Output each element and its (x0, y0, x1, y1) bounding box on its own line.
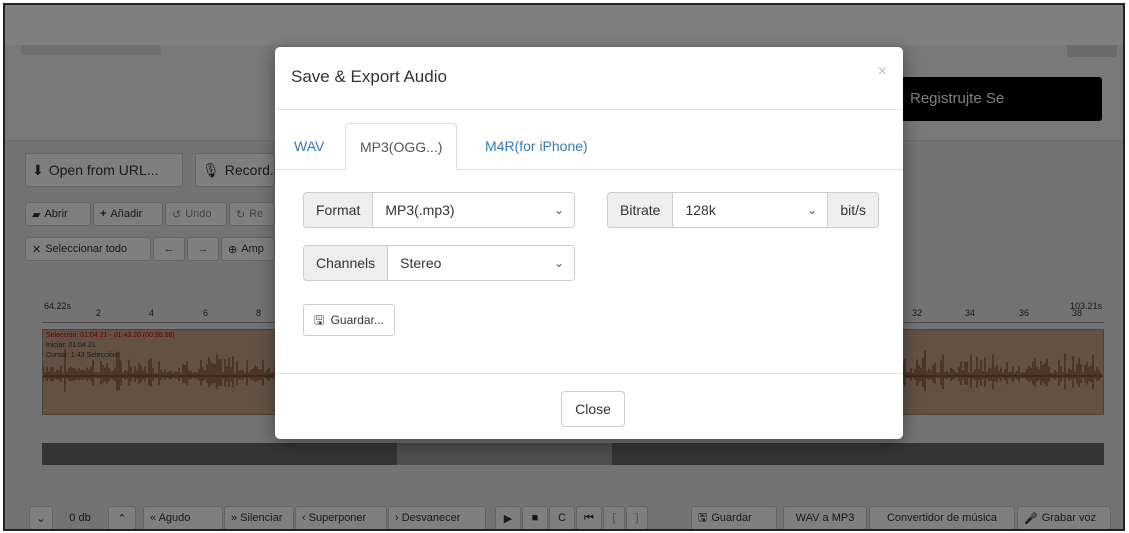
tab-wav[interactable]: WAV (280, 123, 338, 169)
close-button[interactable]: Close (561, 391, 625, 427)
channels-select-group: Channels Stereo ⌄ (303, 245, 575, 281)
bitrate-value: 128k (685, 202, 716, 218)
tab-mp3[interactable]: MP3(OGG...) (345, 123, 458, 170)
format-value: MP3(.mp3) (385, 202, 455, 218)
bitrate-select[interactable]: 128k ⌄ (673, 193, 828, 227)
chevron-down-icon: ⌄ (553, 203, 564, 217)
bitrate-label: Bitrate (608, 193, 674, 227)
format-label: Format (304, 193, 374, 227)
format-tabs: WAV MP3(OGG...) M4R(for iPhone) (275, 123, 903, 170)
save-icon: 🖫 (314, 313, 325, 327)
divider (275, 109, 903, 110)
save-button[interactable]: 🖫 Guardar... (303, 304, 395, 336)
channels-label: Channels (304, 246, 389, 280)
footer-divider (275, 373, 903, 374)
channels-value: Stereo (400, 255, 442, 271)
format-select-group: Format MP3(.mp3) ⌄ (303, 192, 575, 228)
tab-m4r[interactable]: M4R(for iPhone) (471, 123, 602, 169)
export-dialog: Save & Export Audio × WAV MP3(OGG...) M4… (275, 47, 903, 439)
app-window: Registrujte Se ⬇ Open from URL... 🎙 Reco… (3, 3, 1125, 531)
save-label: Guardar... (330, 313, 384, 327)
dialog-title: Save & Export Audio (291, 67, 447, 86)
close-icon[interactable]: × (878, 63, 887, 81)
bitrate-select-group: Bitrate 128k ⌄ bit/s (607, 192, 879, 228)
chevron-down-icon: ⌄ (807, 203, 818, 217)
chevron-down-icon: ⌄ (553, 256, 564, 270)
format-select[interactable]: MP3(.mp3) ⌄ (373, 193, 574, 227)
channels-select[interactable]: Stereo ⌄ (388, 246, 574, 280)
bitrate-unit: bit/s (827, 193, 878, 227)
